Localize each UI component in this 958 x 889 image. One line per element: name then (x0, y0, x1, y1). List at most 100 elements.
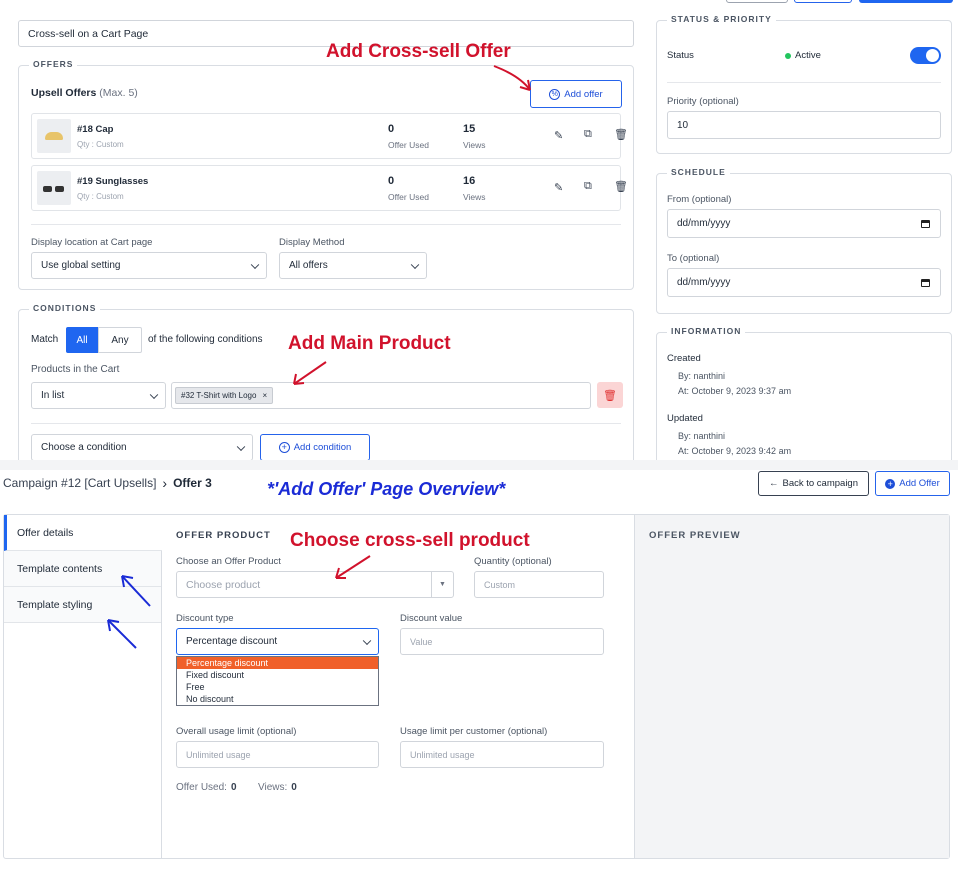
cap-thumbnail (37, 119, 71, 153)
breadcrumb: Campaign #12 [Cart Upsells] › Offer 3 (3, 475, 212, 491)
add-condition-button[interactable]: + Add condition (260, 434, 370, 460)
add-offer-top-button[interactable]: + Add Offer (875, 471, 950, 496)
updated-label: Updated (667, 413, 703, 424)
discount-type-label: Discount type (176, 613, 234, 624)
status-indicator: Active (785, 50, 821, 61)
display-method-select[interactable]: All offers (279, 252, 427, 279)
per-customer-input[interactable]: Unlimited usage (400, 741, 604, 768)
top-edge-button-1[interactable] (726, 0, 788, 3)
plus-circle-icon: + (885, 478, 896, 489)
breadcrumb-campaign[interactable]: Campaign #12 [Cart Upsells] (3, 476, 156, 490)
offer-views-count: 16 (463, 175, 476, 187)
option-no-discount[interactable]: No discount (177, 693, 378, 705)
priority-input[interactable]: 10 (667, 111, 941, 139)
option-free[interactable]: Free (177, 681, 378, 693)
duplicate-icon[interactable]: ⧉ (584, 180, 592, 193)
calendar-icon[interactable] (921, 219, 930, 228)
discount-type-select[interactable]: Percentage discount (176, 628, 379, 655)
updated-by: By: nanthini (678, 431, 726, 441)
offers-panel: OFFERS Upsell Offers (Max. 5) % Add offe… (18, 59, 634, 290)
conditions-legend: CONDITIONS (29, 303, 101, 313)
from-date-input[interactable]: dd/mm/yyyy (667, 209, 941, 238)
offer-name: #18 Cap (77, 124, 114, 135)
created-label: Created (667, 353, 701, 364)
tab-offer-details[interactable]: Offer details (4, 515, 162, 551)
views-stat-label: Views: (258, 782, 288, 793)
breadcrumb-offer: Offer 3 (173, 476, 212, 490)
status-divider (667, 82, 941, 83)
status-toggle[interactable] (910, 47, 941, 64)
option-percentage[interactable]: Percentage discount (177, 657, 378, 669)
chevron-down-icon (410, 260, 420, 269)
information-legend: INFORMATION (667, 326, 746, 336)
overall-usage-input[interactable]: Unlimited usage (176, 741, 379, 768)
schedule-panel: SCHEDULE From (optional) dd/mm/yyyy To (… (656, 167, 952, 314)
annotation-arrow-icon (107, 619, 137, 649)
match-any-toggle[interactable]: Any (98, 327, 142, 353)
in-list-value: In list (41, 390, 65, 401)
trash-icon[interactable]: 🗑 (614, 128, 628, 141)
add-offer-button[interactable]: % Add offer (530, 80, 622, 108)
priority-label: Priority (optional) (667, 96, 739, 107)
discount-type-options: Percentage discount Fixed discount Free … (176, 656, 379, 706)
delete-condition-button[interactable]: 🗑 (597, 382, 623, 408)
match-all-toggle[interactable]: All (66, 327, 98, 353)
offer-views-label: Views (463, 192, 486, 202)
offer-row: #19 Sunglasses Qty : Custom 0 Offer Used… (31, 165, 628, 211)
tag-remove-icon[interactable]: × (262, 391, 267, 400)
products-multiselect[interactable]: #32 T-Shirt with Logo × (171, 382, 591, 409)
offer-used-stat-label: Offer Used: (176, 782, 227, 793)
caret-down-icon[interactable]: ▼ (431, 572, 453, 597)
annotation-add-main-product: Add Main Product (288, 333, 451, 354)
display-method-value: All offers (289, 260, 328, 271)
trash-icon[interactable]: 🗑 (614, 180, 628, 193)
bottom-screenshot: Campaign #12 [Cart Upsells] › Offer 3 *'… (0, 470, 958, 889)
choose-condition-select[interactable]: Choose a condition (31, 434, 253, 460)
display-location-value: Use global setting (41, 260, 121, 271)
annotation-arrow-icon (493, 65, 531, 91)
add-offer-top-label: Add Offer (899, 478, 940, 489)
chevron-down-icon (250, 260, 260, 269)
plus-circle-icon: + (278, 442, 290, 453)
annotation-arrow-icon (293, 361, 327, 385)
back-to-campaign-button[interactable]: ← Back to campaign (758, 471, 869, 496)
offer-preview-heading: OFFER PREVIEW (649, 530, 741, 541)
offer-used-count: 0 (388, 175, 395, 187)
display-location-select[interactable]: Use global setting (31, 252, 267, 279)
edit-icon[interactable]: ✎ (554, 129, 563, 142)
breadcrumb-separator: › (162, 475, 168, 491)
choose-product-label: Choose an Offer Product (176, 556, 281, 567)
overall-usage-label: Overall usage limit (optional) (176, 726, 297, 737)
calendar-icon[interactable] (921, 278, 930, 287)
top-edge-button-3[interactable] (859, 0, 953, 3)
option-fixed[interactable]: Fixed discount (177, 669, 378, 681)
to-label: To (optional) (667, 253, 720, 264)
annotation-arrow-icon (121, 575, 151, 607)
edit-icon[interactable]: ✎ (554, 181, 563, 194)
sunglasses-thumbnail (37, 171, 71, 205)
discount-value-input[interactable]: Value (400, 628, 604, 655)
side-tabs: Offer details Template contents Template… (4, 515, 162, 858)
offer-product-heading: OFFER PRODUCT (176, 530, 271, 541)
choose-product-select[interactable]: Choose product ▼ (176, 571, 454, 598)
views-stat: Views: 0 (258, 782, 297, 793)
to-date-input[interactable]: dd/mm/yyyy (667, 268, 941, 297)
upsell-max: (Max. 5) (99, 87, 138, 99)
product-tag-label: #32 T-Shirt with Logo (181, 391, 257, 400)
in-list-select[interactable]: In list (31, 382, 166, 409)
following-text: of the following conditions (148, 334, 263, 345)
top-edge-button-2[interactable] (794, 0, 852, 3)
conditions-divider (31, 423, 621, 424)
duplicate-icon[interactable]: ⧉ (584, 128, 592, 141)
offer-qty: Qty : Custom (77, 192, 124, 201)
screenshot-separator (0, 460, 958, 470)
discount-value-label: Discount value (400, 613, 463, 624)
add-offer-label: Add offer (564, 88, 603, 100)
annotation-arrow-icon (335, 555, 371, 579)
offer-used-count: 0 (388, 123, 395, 135)
quantity-input[interactable]: Custom (474, 571, 604, 598)
products-in-cart-label: Products in the Cart (31, 364, 120, 375)
offer-qty: Qty : Custom (77, 140, 124, 149)
offers-divider (31, 224, 621, 225)
chevron-down-icon (149, 390, 159, 399)
